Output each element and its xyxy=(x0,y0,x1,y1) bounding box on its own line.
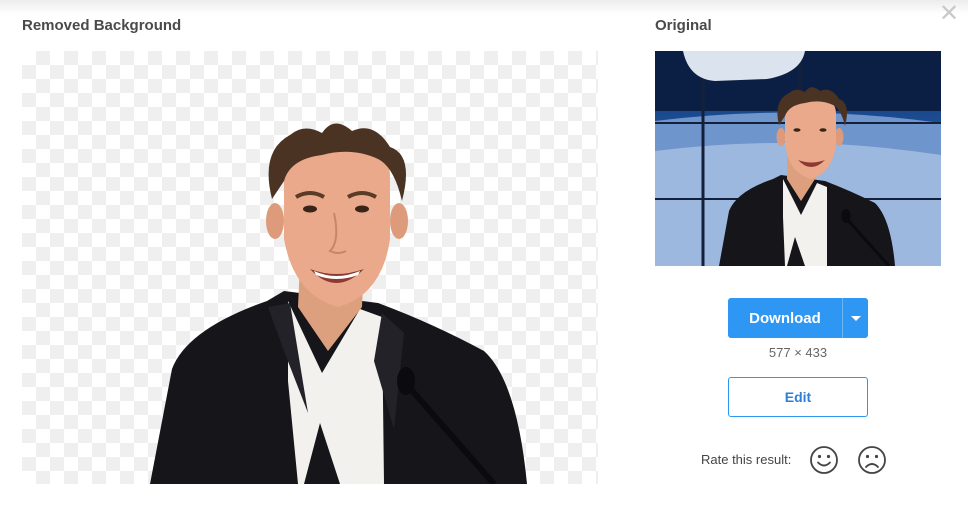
download-button-group: Download xyxy=(728,298,868,338)
removed-background-title: Removed Background xyxy=(22,17,182,34)
top-shadow xyxy=(0,0,968,14)
edit-button[interactable]: Edit xyxy=(728,377,868,417)
chevron-down-icon xyxy=(850,315,861,321)
image-dimensions: 577 × 433 xyxy=(768,345,828,360)
original-image-thumbnail xyxy=(655,51,941,266)
download-button[interactable]: Download xyxy=(728,298,842,338)
original-image xyxy=(655,51,941,266)
download-options-dropdown[interactable] xyxy=(842,298,868,338)
result-image xyxy=(150,123,527,484)
close-button[interactable]: ✕ xyxy=(938,1,960,25)
result-image-panel xyxy=(22,51,598,484)
original-title: Original xyxy=(655,17,712,34)
frowning-face-icon[interactable] xyxy=(857,445,887,475)
rate-result-label: Rate this result: xyxy=(701,452,792,467)
smiley-face-icon[interactable] xyxy=(809,445,839,475)
